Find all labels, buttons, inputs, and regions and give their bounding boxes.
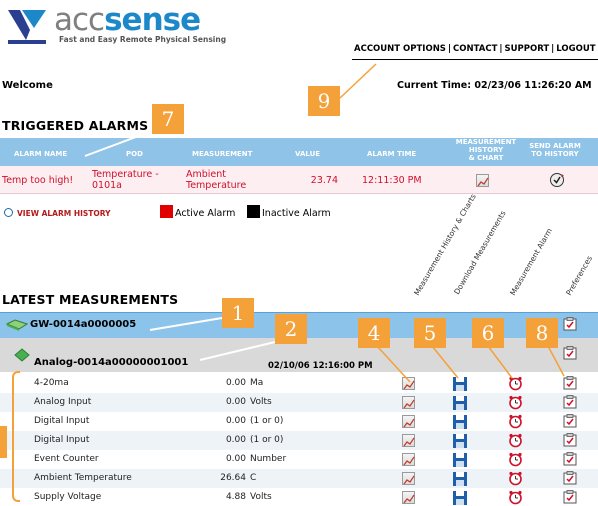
callout-9: 9 [308, 86, 340, 116]
callout-5: 5 [414, 318, 446, 348]
annotation-lines [84, 63, 565, 383]
callout-4: 4 [358, 318, 390, 348]
measurement-bracket [12, 371, 20, 502]
callout-7: 7 [152, 104, 184, 134]
callout-2: 2 [275, 314, 307, 344]
callout-8: 8 [526, 318, 558, 348]
bracket-tab [0, 426, 7, 458]
callout-1: 1 [222, 298, 254, 328]
callout-6: 6 [472, 318, 504, 348]
